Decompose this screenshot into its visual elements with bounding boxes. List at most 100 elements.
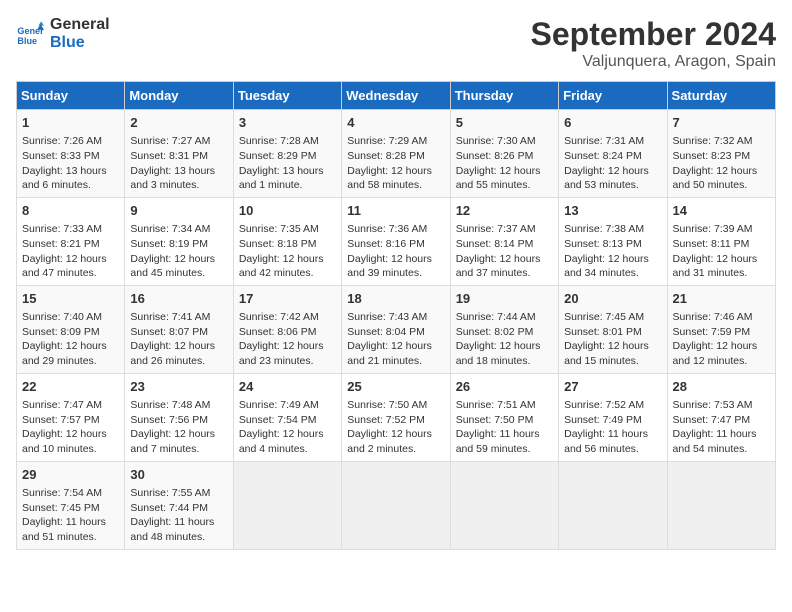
table-row xyxy=(667,461,775,549)
cell-text: Sunset: 8:11 PM xyxy=(673,237,770,252)
calendar-week-row: 8Sunrise: 7:33 AMSunset: 8:21 PMDaylight… xyxy=(17,197,776,285)
day-number: 8 xyxy=(22,202,119,220)
table-row: 20Sunrise: 7:45 AMSunset: 8:01 PMDayligh… xyxy=(559,285,667,373)
cell-text: Sunset: 8:13 PM xyxy=(564,237,661,252)
table-row xyxy=(233,461,341,549)
cell-text: Daylight: 11 hours and 54 minutes. xyxy=(673,427,770,456)
cell-text: Daylight: 12 hours and 47 minutes. xyxy=(22,252,119,281)
day-number: 6 xyxy=(564,114,661,132)
header-thursday: Thursday xyxy=(450,82,558,110)
calendar-header-row: Sunday Monday Tuesday Wednesday Thursday… xyxy=(17,82,776,110)
table-row: 13Sunrise: 7:38 AMSunset: 8:13 PMDayligh… xyxy=(559,197,667,285)
cell-text: Daylight: 13 hours and 3 minutes. xyxy=(130,164,227,193)
cell-text: Sunrise: 7:50 AM xyxy=(347,398,444,413)
table-row: 17Sunrise: 7:42 AMSunset: 8:06 PMDayligh… xyxy=(233,285,341,373)
header-wednesday: Wednesday xyxy=(342,82,450,110)
day-number: 23 xyxy=(130,378,227,396)
day-number: 22 xyxy=(22,378,119,396)
cell-text: Daylight: 12 hours and 2 minutes. xyxy=(347,427,444,456)
cell-text: Daylight: 13 hours and 6 minutes. xyxy=(22,164,119,193)
cell-text: Daylight: 11 hours and 48 minutes. xyxy=(130,515,227,544)
day-number: 26 xyxy=(456,378,553,396)
day-number: 11 xyxy=(347,202,444,220)
logo-icon: General Blue xyxy=(16,20,44,48)
table-row: 14Sunrise: 7:39 AMSunset: 8:11 PMDayligh… xyxy=(667,197,775,285)
location-text: Valjunquera, Aragon, Spain xyxy=(531,53,776,71)
calendar-week-row: 29Sunrise: 7:54 AMSunset: 7:45 PMDayligh… xyxy=(17,461,776,549)
table-row: 11Sunrise: 7:36 AMSunset: 8:16 PMDayligh… xyxy=(342,197,450,285)
table-row: 27Sunrise: 7:52 AMSunset: 7:49 PMDayligh… xyxy=(559,373,667,461)
cell-text: Sunrise: 7:39 AM xyxy=(673,222,770,237)
cell-text: Sunset: 8:14 PM xyxy=(456,237,553,252)
table-row: 15Sunrise: 7:40 AMSunset: 8:09 PMDayligh… xyxy=(17,285,125,373)
table-row: 26Sunrise: 7:51 AMSunset: 7:50 PMDayligh… xyxy=(450,373,558,461)
cell-text: Sunrise: 7:26 AM xyxy=(22,134,119,149)
day-number: 19 xyxy=(456,290,553,308)
cell-text: Daylight: 12 hours and 29 minutes. xyxy=(22,339,119,368)
day-number: 30 xyxy=(130,466,227,484)
cell-text: Sunrise: 7:53 AM xyxy=(673,398,770,413)
day-number: 5 xyxy=(456,114,553,132)
day-number: 28 xyxy=(673,378,770,396)
cell-text: Daylight: 12 hours and 7 minutes. xyxy=(130,427,227,456)
cell-text: Sunset: 8:06 PM xyxy=(239,325,336,340)
cell-text: Sunset: 7:44 PM xyxy=(130,501,227,516)
day-number: 13 xyxy=(564,202,661,220)
header-sunday: Sunday xyxy=(17,82,125,110)
logo: General Blue General Blue xyxy=(16,16,110,51)
cell-text: Daylight: 12 hours and 15 minutes. xyxy=(564,339,661,368)
cell-text: Sunset: 8:09 PM xyxy=(22,325,119,340)
table-row: 8Sunrise: 7:33 AMSunset: 8:21 PMDaylight… xyxy=(17,197,125,285)
cell-text: Daylight: 13 hours and 1 minute. xyxy=(239,164,336,193)
cell-text: Sunrise: 7:36 AM xyxy=(347,222,444,237)
cell-text: Sunset: 8:19 PM xyxy=(130,237,227,252)
cell-text: Daylight: 12 hours and 58 minutes. xyxy=(347,164,444,193)
cell-text: Sunrise: 7:32 AM xyxy=(673,134,770,149)
cell-text: Daylight: 12 hours and 31 minutes. xyxy=(673,252,770,281)
title-block: September 2024 Valjunquera, Aragon, Spai… xyxy=(531,16,776,71)
day-number: 10 xyxy=(239,202,336,220)
cell-text: Daylight: 12 hours and 23 minutes. xyxy=(239,339,336,368)
cell-text: Sunset: 8:23 PM xyxy=(673,149,770,164)
cell-text: Daylight: 12 hours and 39 minutes. xyxy=(347,252,444,281)
cell-text: Sunrise: 7:28 AM xyxy=(239,134,336,149)
table-row: 7Sunrise: 7:32 AMSunset: 8:23 PMDaylight… xyxy=(667,110,775,198)
cell-text: Sunrise: 7:37 AM xyxy=(456,222,553,237)
table-row: 9Sunrise: 7:34 AMSunset: 8:19 PMDaylight… xyxy=(125,197,233,285)
cell-text: Sunset: 7:54 PM xyxy=(239,413,336,428)
cell-text: Sunset: 8:01 PM xyxy=(564,325,661,340)
cell-text: Sunset: 8:04 PM xyxy=(347,325,444,340)
cell-text: Daylight: 12 hours and 18 minutes. xyxy=(456,339,553,368)
cell-text: Sunset: 8:21 PM xyxy=(22,237,119,252)
day-number: 4 xyxy=(347,114,444,132)
table-row: 28Sunrise: 7:53 AMSunset: 7:47 PMDayligh… xyxy=(667,373,775,461)
table-row: 5Sunrise: 7:30 AMSunset: 8:26 PMDaylight… xyxy=(450,110,558,198)
day-number: 20 xyxy=(564,290,661,308)
cell-text: Daylight: 11 hours and 59 minutes. xyxy=(456,427,553,456)
cell-text: Sunset: 7:56 PM xyxy=(130,413,227,428)
cell-text: Sunrise: 7:34 AM xyxy=(130,222,227,237)
cell-text: Sunset: 7:52 PM xyxy=(347,413,444,428)
table-row: 23Sunrise: 7:48 AMSunset: 7:56 PMDayligh… xyxy=(125,373,233,461)
cell-text: Sunrise: 7:44 AM xyxy=(456,310,553,325)
cell-text: Daylight: 12 hours and 34 minutes. xyxy=(564,252,661,281)
cell-text: Sunrise: 7:47 AM xyxy=(22,398,119,413)
table-row: 16Sunrise: 7:41 AMSunset: 8:07 PMDayligh… xyxy=(125,285,233,373)
cell-text: Sunrise: 7:43 AM xyxy=(347,310,444,325)
cell-text: Daylight: 12 hours and 12 minutes. xyxy=(673,339,770,368)
calendar-week-row: 15Sunrise: 7:40 AMSunset: 8:09 PMDayligh… xyxy=(17,285,776,373)
cell-text: Sunset: 8:26 PM xyxy=(456,149,553,164)
calendar-table: Sunday Monday Tuesday Wednesday Thursday… xyxy=(16,81,776,550)
header-friday: Friday xyxy=(559,82,667,110)
table-row: 4Sunrise: 7:29 AMSunset: 8:28 PMDaylight… xyxy=(342,110,450,198)
cell-text: Sunset: 8:29 PM xyxy=(239,149,336,164)
calendar-week-row: 1Sunrise: 7:26 AMSunset: 8:33 PMDaylight… xyxy=(17,110,776,198)
cell-text: Sunset: 8:24 PM xyxy=(564,149,661,164)
cell-text: Sunset: 7:59 PM xyxy=(673,325,770,340)
cell-text: Daylight: 12 hours and 4 minutes. xyxy=(239,427,336,456)
cell-text: Daylight: 12 hours and 45 minutes. xyxy=(130,252,227,281)
table-row: 12Sunrise: 7:37 AMSunset: 8:14 PMDayligh… xyxy=(450,197,558,285)
cell-text: Sunset: 7:45 PM xyxy=(22,501,119,516)
table-row: 22Sunrise: 7:47 AMSunset: 7:57 PMDayligh… xyxy=(17,373,125,461)
cell-text: Sunrise: 7:29 AM xyxy=(347,134,444,149)
